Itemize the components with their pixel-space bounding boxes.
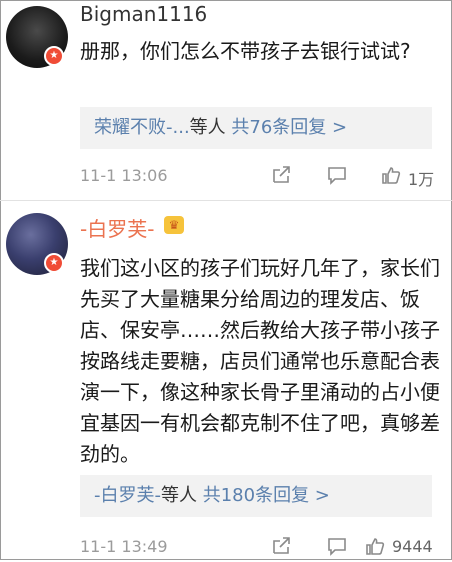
comment-username[interactable]: -白罗芙- <box>80 213 154 242</box>
like-count: 9444 <box>392 537 433 556</box>
comment-icon[interactable] <box>326 535 348 562</box>
comment-text: 册那，你们怎么不带孩子去银行试试? <box>80 39 411 63</box>
reply-summary-middle: 等人 <box>189 117 226 138</box>
comment-username[interactable]: Bigman1116 <box>80 2 207 26</box>
like-icon[interactable] <box>364 535 386 562</box>
share-icon[interactable] <box>270 535 292 562</box>
reply-summary-middle: 等人 <box>161 485 197 506</box>
like-count: 1万 <box>408 170 435 189</box>
reply-count-link[interactable]: 共76条回复 > <box>231 117 347 138</box>
crown-badge-icon: ♛ <box>164 216 184 234</box>
comment-item: ★ Bigman1116 册那，你们怎么不带孩子去银行试试? 荣耀不败-...等… <box>0 0 452 201</box>
reply-summary[interactable]: -白罗芙-等人 共180条回复 > <box>80 475 432 517</box>
comment-timestamp: 11-1 13:49 <box>80 537 168 556</box>
verified-badge-icon: ★ <box>44 46 64 66</box>
reply-summary-user[interactable]: 荣耀不败-... <box>94 117 190 138</box>
comment-timestamp: 11-1 13:06 <box>80 166 168 185</box>
like-icon[interactable] <box>380 164 402 191</box>
share-icon[interactable] <box>270 164 292 191</box>
reply-summary[interactable]: 荣耀不败-...等人 共76条回复 > <box>80 107 432 149</box>
verified-badge-icon: ★ <box>44 253 64 273</box>
comment-item: ★ -白罗芙- ♛ 我们这小区的孩子们玩好几年了，家长们先买了大量糖果分给周边的… <box>0 201 452 560</box>
comment-icon[interactable] <box>326 164 348 191</box>
reply-summary-user[interactable]: -白罗芙- <box>94 485 161 506</box>
comment-text: 我们这小区的孩子们玩好几年了，家长们先买了大量糖果分给周边的理发店、饭店、保安亭… <box>80 256 440 466</box>
reply-count-link[interactable]: 共180条回复 > <box>203 485 330 506</box>
